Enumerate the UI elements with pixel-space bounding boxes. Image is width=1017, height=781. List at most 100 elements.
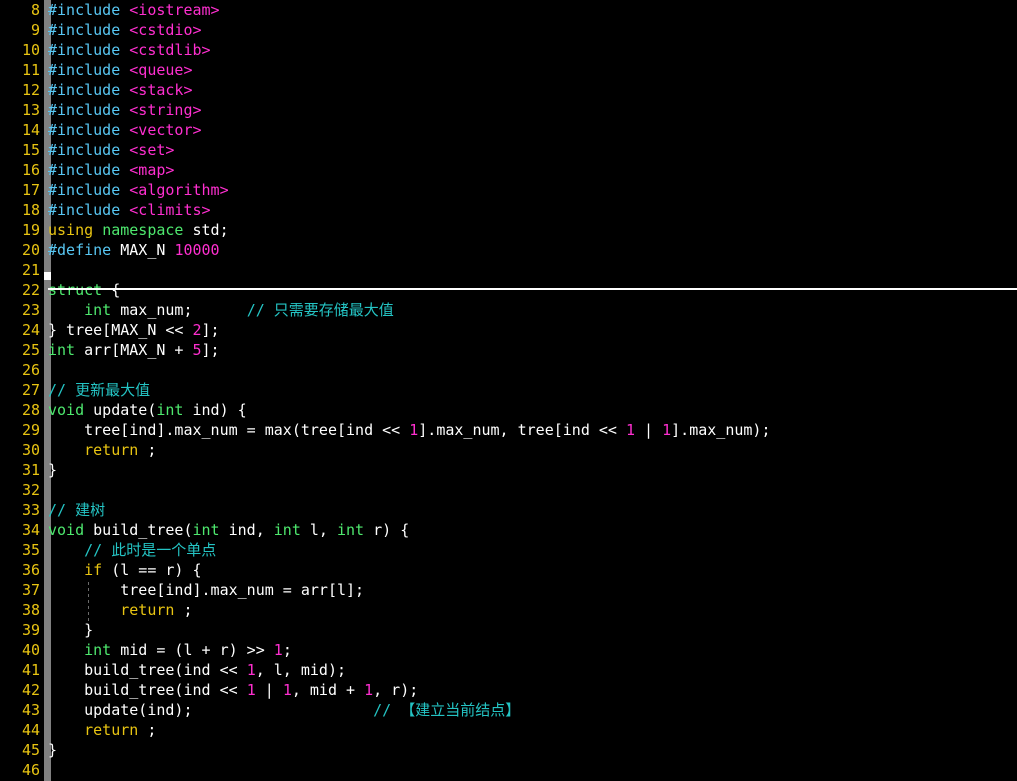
line-content[interactable]: #include <map> — [48, 160, 174, 180]
line-content[interactable]: if (l == r) { — [48, 560, 201, 580]
code-line[interactable]: 21 — [0, 260, 1017, 280]
line-content[interactable]: int mid = (l + r) >> 1; — [48, 640, 292, 660]
code-line[interactable]: 45} — [0, 740, 1017, 760]
token-id: build_tree( — [84, 521, 193, 539]
token-hdr: <vector> — [129, 121, 202, 139]
code-line[interactable]: 24} tree[MAX_N << 2]; — [0, 320, 1017, 340]
line-content[interactable]: build_tree(ind << 1, l, mid); — [48, 660, 346, 680]
code-line[interactable]: 31} — [0, 460, 1017, 480]
line-content[interactable]: } — [48, 460, 57, 480]
line-content[interactable]: #define MAX_N 10000 — [48, 240, 220, 260]
line-content[interactable]: // 此时是一个单点 — [48, 540, 216, 560]
line-content[interactable]: build_tree(ind << 1 | 1, mid + 1, r); — [48, 680, 418, 700]
token-id: std; — [192, 221, 229, 239]
code-line[interactable]: 43 update(ind); // 【建立当前结点】 — [0, 700, 1017, 720]
scrollbar-thumb[interactable] — [44, 272, 51, 280]
line-content[interactable]: // 更新最大值 — [48, 380, 150, 400]
line-content[interactable]: int arr[MAX_N + 5]; — [48, 340, 220, 360]
line-content[interactable]: update(ind); // 【建立当前结点】 — [48, 700, 520, 720]
code-line[interactable]: 15 #include <set> — [0, 140, 1017, 160]
code-line[interactable]: 20 #define MAX_N 10000 — [0, 240, 1017, 260]
token-pre: #include — [48, 201, 130, 219]
code-line[interactable]: 23 int max_num; // 只需要存储最大值 — [0, 300, 1017, 320]
code-line[interactable]: 28 void update(int ind) { — [0, 400, 1017, 420]
code-line[interactable]: 39 } — [0, 620, 1017, 640]
code-line[interactable]: 26 — [0, 360, 1017, 380]
code-line[interactable]: 16 #include <map> — [0, 160, 1017, 180]
code-line[interactable]: 29 tree[ind].max_num = max(tree[ind << 1… — [0, 420, 1017, 440]
line-number: 23 — [21, 301, 40, 319]
code-line[interactable]: 27 // 更新最大值 — [0, 380, 1017, 400]
code-line[interactable]: 8 #include <iostream> — [0, 0, 1017, 20]
line-content[interactable]: void build_tree(int ind, int l, int r) { — [48, 520, 409, 540]
code-line[interactable]: 37 tree[ind].max_num = arr[l]; — [0, 580, 1017, 600]
line-number: 31 — [21, 461, 40, 479]
line-content[interactable]: } tree[MAX_N << 2]; — [48, 320, 220, 340]
code-line[interactable]: 32 — [0, 480, 1017, 500]
code-line[interactable]: 44 return ; — [0, 720, 1017, 740]
code-line[interactable]: 12 #include <stack> — [0, 80, 1017, 100]
code-line[interactable]: 38 return ; — [0, 600, 1017, 620]
line-content[interactable]: #include <set> — [48, 140, 174, 160]
code-line[interactable]: 17 #include <algorithm> — [0, 180, 1017, 200]
code-line[interactable]: 30 return ; — [0, 440, 1017, 460]
line-content[interactable]: #include <climits> — [48, 200, 211, 220]
token-id — [48, 441, 84, 459]
line-number: 16 — [21, 161, 40, 179]
line-content[interactable]: tree[ind].max_num = arr[l]; — [48, 580, 364, 600]
code-line[interactable]: 36 if (l == r) { — [0, 560, 1017, 580]
token-hdr: <iostream> — [129, 1, 220, 19]
code-line[interactable]: 42 build_tree(ind << 1 | 1, mid + 1, r); — [0, 680, 1017, 700]
code-editor[interactable]: 8 #include <iostream> 9 #include <cstdio> 10… — [0, 0, 1017, 781]
code-line[interactable]: 22 struct { — [0, 280, 1017, 300]
line-content[interactable]: } — [48, 740, 57, 760]
token-num: 2 — [192, 321, 202, 339]
code-line[interactable]: 14 #include <vector> — [0, 120, 1017, 140]
line-content[interactable]: #include <iostream> — [48, 0, 220, 20]
code-line[interactable]: 10 #include <cstdlib> — [0, 40, 1017, 60]
line-content[interactable]: struct { — [48, 280, 120, 300]
line-number: 9 — [30, 21, 40, 39]
code-line[interactable]: 34 void build_tree(int ind, int l, int r)… — [0, 520, 1017, 540]
line-content[interactable]: #include <cstdio> — [48, 20, 202, 40]
token-id: } tree[MAX_N << — [48, 321, 193, 339]
token-id: ].max_num, tree[ind << — [418, 421, 626, 439]
line-content[interactable]: #include <vector> — [48, 120, 202, 140]
line-content[interactable]: #include <algorithm> — [48, 180, 229, 200]
line-content[interactable]: } — [48, 620, 93, 640]
code-line[interactable]: 19 using namespace std; — [0, 220, 1017, 240]
line-content[interactable]: #include <stack> — [48, 80, 193, 100]
line-content[interactable]: tree[ind].max_num = max(tree[ind << 1].m… — [48, 420, 770, 440]
code-line[interactable]: 35 // 此时是一个单点 — [0, 540, 1017, 560]
token-hdr: <algorithm> — [129, 181, 229, 199]
token-num: 5 — [192, 341, 202, 359]
line-number: 17 — [21, 181, 40, 199]
code-line[interactable]: 13 #include <string> — [0, 100, 1017, 120]
line-content[interactable]: void update(int ind) { — [48, 400, 247, 420]
line-content[interactable]: #include <queue> — [48, 60, 193, 80]
line-content[interactable]: using namespace std; — [48, 220, 229, 240]
line-content[interactable]: return ; — [48, 440, 156, 460]
token-pre: #include — [48, 61, 130, 79]
code-line[interactable]: 9 #include <cstdio> — [0, 20, 1017, 40]
token-num: 1 — [246, 681, 256, 699]
code-line[interactable]: 40 int mid = (l + r) >> 1; — [0, 640, 1017, 660]
token-type: namespace — [102, 221, 193, 239]
line-number: 21 — [21, 261, 40, 279]
code-line[interactable]: 11 #include <queue> — [0, 60, 1017, 80]
line-content[interactable]: int max_num; // 只需要存储最大值 — [48, 300, 394, 320]
line-content[interactable]: #include <string> — [48, 100, 202, 120]
code-line[interactable]: 41 build_tree(ind << 1, l, mid); — [0, 660, 1017, 680]
code-line[interactable]: 46 — [0, 760, 1017, 780]
line-content[interactable]: // 建树 — [48, 500, 105, 520]
token-type: int — [192, 521, 220, 539]
line-content[interactable]: return ; — [48, 720, 156, 740]
code-line[interactable]: 18 #include <climits> — [0, 200, 1017, 220]
line-content[interactable]: #include <cstdlib> — [48, 40, 211, 60]
line-content[interactable]: return ; — [48, 600, 192, 620]
token-num: 1 — [364, 681, 374, 699]
code-line[interactable]: 25 int arr[MAX_N + 5]; — [0, 340, 1017, 360]
code-line[interactable]: 33 // 建树 — [0, 500, 1017, 520]
token-id — [48, 561, 84, 579]
line-number: 29 — [21, 421, 40, 439]
